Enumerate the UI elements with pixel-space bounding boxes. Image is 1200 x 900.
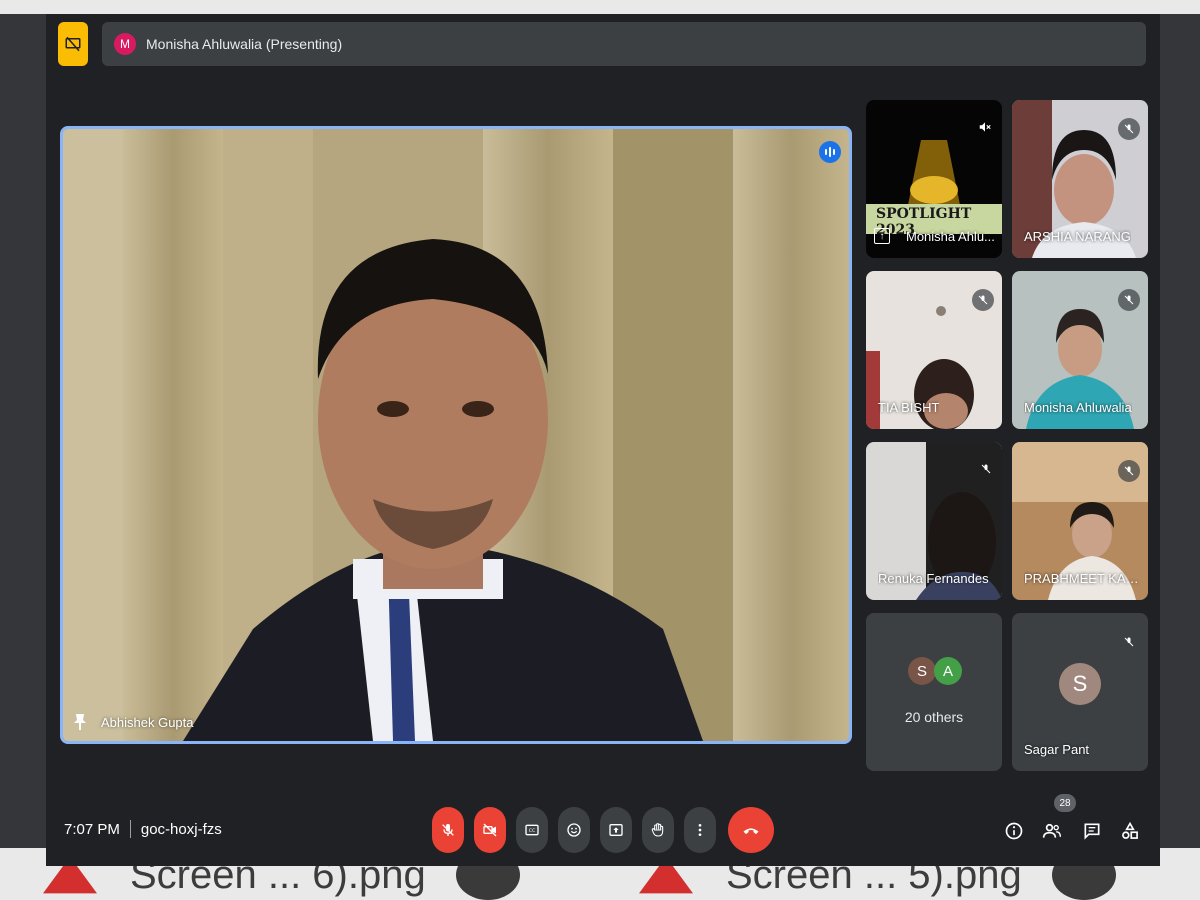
meeting-details-button[interactable] — [1000, 817, 1028, 845]
avatar: M — [114, 33, 136, 55]
muted-icon — [972, 289, 994, 311]
meeting-time: 7:07 PM — [64, 820, 120, 838]
chat-button[interactable] — [1078, 817, 1106, 845]
camera-toggle-button[interactable] — [474, 807, 506, 853]
more-options-button[interactable] — [684, 807, 716, 853]
speaker-name: Abhishek Gupta — [101, 714, 194, 730]
divider — [129, 820, 131, 838]
present-now-button[interactable] — [600, 807, 632, 853]
info-icon — [1005, 822, 1023, 840]
participant-name: ARSHIA NARANG — [1024, 229, 1131, 244]
participant-name: Renuka Fernandes — [878, 571, 989, 586]
people-icon — [1042, 823, 1061, 838]
main-speaker-label: Abhishek Gupta — [73, 713, 194, 731]
participant-name: PRABHMEET KAUR — [1024, 571, 1140, 586]
leave-call-button[interactable] — [728, 807, 774, 853]
svg-text:CC: CC — [529, 828, 536, 834]
muted-icon — [1118, 118, 1140, 140]
meeting-info: 7:07 PM goc-hoxj-fzs — [64, 820, 222, 838]
participant-tile[interactable]: S Sagar Pant — [1012, 613, 1148, 771]
pin-icon[interactable] — [73, 713, 87, 731]
chat-icon — [1084, 823, 1100, 840]
background-strip-top — [0, 0, 1200, 14]
muted-icon — [1118, 289, 1140, 311]
more-vert-icon — [698, 824, 702, 836]
presentation-off-icon — [65, 36, 81, 52]
speaking-indicator-icon — [819, 141, 841, 163]
presenting-banner: M Monisha Ahluwalia (Presenting) — [102, 22, 1146, 66]
hand-icon — [651, 823, 664, 837]
emoji-reaction-button[interactable] — [558, 807, 590, 853]
participant-name: TIA BISHT — [878, 400, 940, 415]
avatar: S — [1059, 663, 1101, 705]
camera-off-icon — [483, 823, 497, 837]
presenting-label: Monisha Ahluwalia (Presenting) — [146, 36, 343, 52]
participant-tile[interactable]: TIA BISHT — [866, 271, 1002, 429]
present-icon — [609, 824, 623, 836]
muted-icon — [1118, 631, 1140, 653]
participant-tile[interactable]: PRABHMEET KAUR — [1012, 442, 1148, 600]
participant-tile[interactable]: Renuka Fernandes — [866, 442, 1002, 600]
participant-name: Monisha Ahluwalia — [1024, 400, 1132, 415]
people-count-badge: 28 — [1054, 794, 1076, 812]
participant-tile[interactable]: ARSHIA NARANG — [1012, 100, 1148, 258]
people-button[interactable] — [1038, 817, 1066, 845]
mic-off-icon — [442, 824, 454, 836]
end-call-icon — [743, 828, 759, 835]
participant-tile[interactable]: SPOTLIGHT 2023 ↑ Monisha Ahlu... — [866, 100, 1002, 258]
captions-button[interactable]: CC — [516, 807, 548, 853]
others-count: 20 others — [904, 709, 964, 725]
meet-window: M Monisha Ahluwalia (Presenting) Abhishe… — [46, 14, 1160, 866]
avatar: A — [934, 657, 962, 685]
emoji-icon — [567, 823, 581, 837]
muted-icon — [978, 120, 992, 139]
activities-icon — [1122, 821, 1138, 839]
avatar: S — [908, 657, 936, 685]
muted-icon — [1118, 460, 1140, 482]
others-avatars: S A — [908, 657, 962, 685]
captions-icon: CC — [525, 824, 539, 836]
muted-icon — [980, 462, 992, 480]
participant-name: Monisha Ahlu... — [906, 229, 995, 244]
meeting-code[interactable]: goc-hoxj-fzs — [141, 821, 222, 838]
mic-toggle-button[interactable] — [432, 807, 464, 853]
others-tile[interactable]: S A 20 others — [866, 613, 1002, 771]
presenting-icon: ↑ — [874, 228, 890, 244]
raise-hand-button[interactable] — [642, 807, 674, 853]
participant-tile[interactable]: Monisha Ahluwalia — [1012, 271, 1148, 429]
activities-button[interactable] — [1116, 817, 1144, 845]
stop-presenting-button[interactable] — [58, 22, 88, 66]
participant-name: Sagar Pant — [1024, 742, 1090, 757]
main-speaker-tile[interactable]: Abhishek Gupta — [60, 126, 852, 744]
speaker-video — [63, 129, 849, 741]
